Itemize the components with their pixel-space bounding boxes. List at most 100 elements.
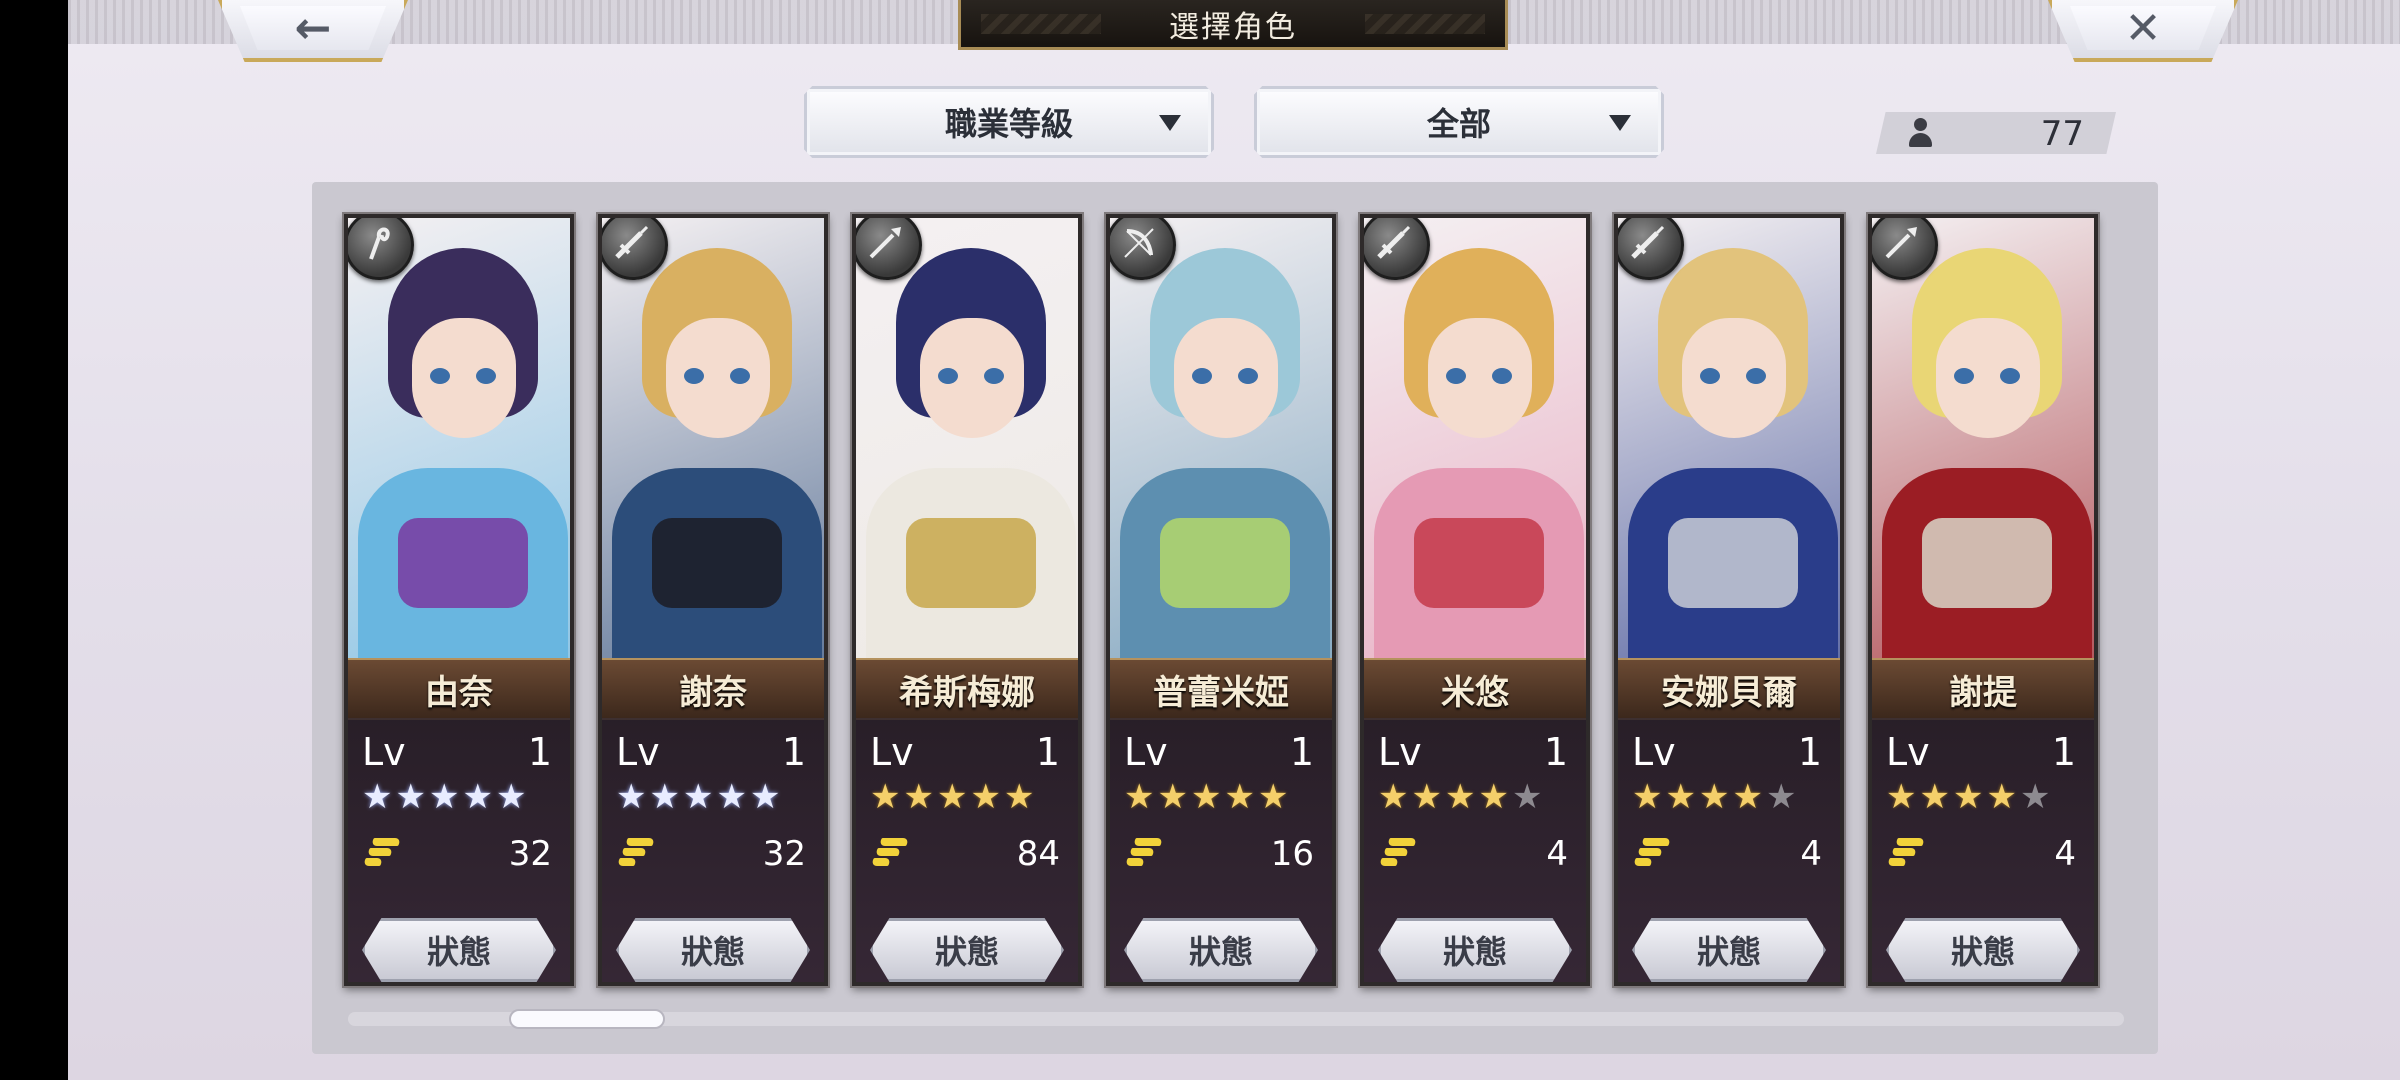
power-value: 4 — [2054, 834, 2076, 874]
status-button[interactable]: 狀態 — [616, 918, 810, 982]
character-card[interactable]: 謝奈 Lv 1 ★★★★★ 32 狀態 — [598, 214, 828, 986]
character-card[interactable]: 米悠 Lv 1 ★★★★★ 4 狀態 — [1360, 214, 1590, 986]
level-value: 1 — [781, 730, 806, 774]
character-card[interactable]: 希斯梅娜 Lv 1 ★★★★★ 84 狀態 — [852, 214, 1082, 986]
star-icon: ★ — [1411, 777, 1445, 817]
character-card[interactable]: 由奈 Lv 1 ★★★★★ 32 狀態 — [344, 214, 574, 986]
chevron-down-icon — [1159, 115, 1181, 131]
status-button-label: 狀態 — [1442, 933, 1507, 971]
character-stats: Lv 1 ★★★★★ 84 狀態 — [856, 718, 1078, 982]
level-row: Lv 1 — [1886, 730, 2080, 776]
status-button[interactable]: 狀態 — [362, 918, 556, 982]
level-label: Lv — [1632, 730, 1676, 774]
star-icon: ★ — [649, 777, 683, 817]
power-value: 84 — [1016, 834, 1060, 874]
star-icon: ★ — [1444, 777, 1479, 817]
level-label: Lv — [1886, 730, 1930, 774]
job-level-dropdown-label: 職業等級 — [944, 105, 1073, 143]
star-icon: ★ — [1698, 777, 1733, 817]
power-value: 4 — [1546, 834, 1568, 874]
character-stats: Lv 1 ★★★★★ 4 狀態 — [1364, 718, 1586, 982]
character-count-value: 77 — [2040, 114, 2084, 154]
character-name-plate: 謝提 — [1872, 658, 2094, 720]
power-value: 32 — [508, 834, 552, 874]
scrollbar-thumb[interactable] — [509, 1009, 665, 1029]
close-button[interactable]: ✕ — [2048, 0, 2238, 62]
character-select-screen: ← 選擇角色 ✕ 職業等級 全部 77 由奈 Lv 1 ★★★★★ 32 狀態 謝奈 Lv 1 ★… — [68, 0, 2400, 1080]
character-portrait — [1110, 218, 1332, 668]
level-value: 1 — [1543, 730, 1568, 774]
level-row: Lv 1 — [1124, 730, 1318, 776]
character-card[interactable]: 普蕾米婭 Lv 1 ★★★★★ 16 狀態 — [1106, 214, 1336, 986]
character-portrait — [1872, 218, 2094, 668]
status-button[interactable]: 狀態 — [870, 918, 1064, 982]
job-level-dropdown[interactable]: 職業等級 — [804, 86, 1214, 158]
power-value: 32 — [762, 834, 806, 874]
level-label: Lv — [1378, 730, 1422, 774]
star-icon: ★ — [1952, 777, 1987, 817]
star-icon: ★ — [616, 777, 650, 817]
character-card[interactable]: 安娜貝爾 Lv 1 ★★★★★ 4 狀態 — [1614, 214, 1844, 986]
character-name: 安娜貝爾 — [1661, 672, 1797, 713]
level-row: Lv 1 — [1632, 730, 1826, 776]
character-name: 米悠 — [1441, 672, 1509, 713]
category-dropdown[interactable]: 全部 — [1254, 86, 1664, 158]
star-icon: ★ — [1224, 777, 1258, 817]
character-stats: Lv 1 ★★★★★ 32 狀態 — [348, 718, 570, 982]
close-icon: ✕ — [2124, 3, 2162, 54]
star-icon: ★ — [1478, 777, 1512, 817]
star-icon: ★ — [749, 777, 784, 817]
star-icon: ★ — [1378, 777, 1412, 817]
level-row: Lv 1 — [870, 730, 1064, 776]
star-icon: ★ — [428, 777, 463, 817]
rarity-stars: ★★★★★ — [616, 780, 783, 814]
wing-icon — [1124, 836, 1166, 872]
star-icon: ★ — [1157, 777, 1191, 817]
level-label: Lv — [1124, 730, 1168, 774]
character-stats: Lv 1 ★★★★★ 4 狀態 — [1872, 718, 2094, 982]
star-icon: ★ — [1886, 777, 1920, 817]
star-icon: ★ — [1632, 777, 1666, 817]
level-label: Lv — [616, 730, 660, 774]
status-button-label: 狀態 — [934, 933, 999, 971]
wing-icon — [1632, 836, 1674, 872]
star-icon: ★ — [495, 777, 530, 817]
character-name-plate: 安娜貝爾 — [1618, 658, 1840, 720]
star-icon: ★ — [682, 777, 717, 817]
status-button[interactable]: 狀態 — [1378, 918, 1572, 982]
star-icon: ★ — [1003, 777, 1038, 817]
level-label: Lv — [870, 730, 914, 774]
power-value: 16 — [1270, 834, 1314, 874]
character-name: 謝奈 — [679, 672, 747, 713]
star-icon: ★ — [1765, 777, 1800, 817]
level-row: Lv 1 — [1378, 730, 1572, 776]
character-name: 希斯梅娜 — [899, 672, 1035, 713]
back-button[interactable]: ← — [218, 0, 408, 62]
level-value: 1 — [1797, 730, 1822, 774]
status-button[interactable]: 狀態 — [1632, 918, 1826, 982]
level-row: Lv 1 — [362, 730, 556, 776]
star-icon: ★ — [1190, 777, 1225, 817]
level-value: 1 — [1289, 730, 1314, 774]
status-button-label: 狀態 — [426, 933, 491, 971]
character-name-plate: 普蕾米婭 — [1110, 658, 1332, 720]
character-stats: Lv 1 ★★★★★ 32 狀態 — [602, 718, 824, 982]
star-icon: ★ — [1986, 777, 2020, 817]
star-icon: ★ — [716, 777, 750, 817]
character-name: 普蕾米婭 — [1153, 672, 1289, 713]
character-name: 謝提 — [1949, 672, 2017, 713]
character-card[interactable]: 謝提 Lv 1 ★★★★★ 4 狀態 — [1868, 214, 2098, 986]
star-icon: ★ — [1732, 777, 1766, 817]
star-icon: ★ — [1919, 777, 1953, 817]
character-stats: Lv 1 ★★★★★ 16 狀態 — [1110, 718, 1332, 982]
level-value: 1 — [1035, 730, 1060, 774]
character-portrait — [348, 218, 570, 668]
character-portrait — [1618, 218, 1840, 668]
status-button[interactable]: 狀態 — [1124, 918, 1318, 982]
horizontal-scrollbar[interactable] — [348, 1009, 2124, 1029]
status-button-label: 狀態 — [1696, 933, 1761, 971]
rarity-stars: ★★★★★ — [1378, 780, 1545, 814]
character-list-panel: 由奈 Lv 1 ★★★★★ 32 狀態 謝奈 Lv 1 ★★★★★ 32 狀態 希斯梅娜 Lv 1 ★★★★★… — [312, 182, 2158, 1054]
status-button-label: 狀態 — [680, 933, 745, 971]
status-button[interactable]: 狀態 — [1886, 918, 2080, 982]
